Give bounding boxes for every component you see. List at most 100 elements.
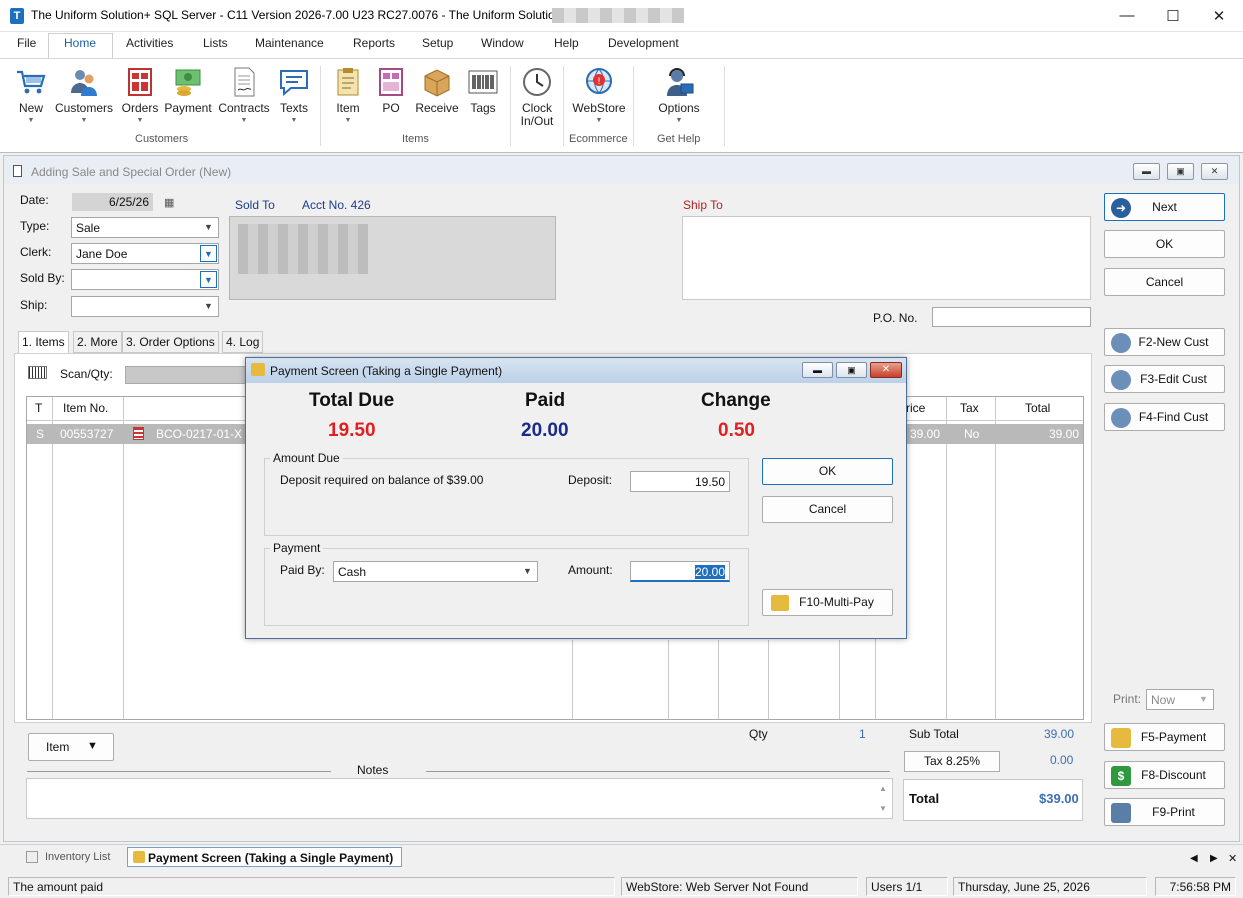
- change-label: Change: [701, 390, 771, 411]
- chevron-down-icon: ▼: [240, 117, 248, 124]
- deposit-field[interactable]: 19.50: [630, 471, 730, 492]
- ribbon-orders-button[interactable]: Orders ▼: [120, 66, 160, 124]
- close-button[interactable]: ✕: [1196, 0, 1242, 31]
- calendar-icon[interactable]: ▦: [164, 196, 174, 209]
- chevron-down-icon: ▼: [200, 271, 217, 288]
- find-user-icon: [1111, 408, 1131, 428]
- ribbon-payment-button[interactable]: Payment: [162, 66, 214, 115]
- print-select[interactable]: Now ▼: [1146, 689, 1214, 710]
- amount-value-selected: 20.00: [694, 565, 725, 579]
- ribbon-options-button[interactable]: Options ▼: [652, 66, 706, 124]
- ribbon-clock-button[interactable]: Clock In/Out: [516, 66, 558, 128]
- col-header-tax[interactable]: Tax: [960, 401, 979, 415]
- ok-button[interactable]: OK: [1104, 230, 1225, 258]
- menu-window[interactable]: Window: [481, 36, 524, 50]
- payment-icon: [172, 66, 204, 98]
- col-header-type[interactable]: T: [35, 401, 42, 415]
- payment-button[interactable]: F5-Payment: [1104, 723, 1225, 751]
- clerk-select[interactable]: Jane Doe ▼: [71, 243, 219, 264]
- tab-order-options[interactable]: 3. Order Options: [122, 331, 219, 353]
- sold-by-select[interactable]: ▼: [71, 269, 219, 290]
- qty-label: Qty: [749, 727, 768, 741]
- scroll-down-icon[interactable]: ▼: [879, 804, 887, 813]
- tab-log[interactable]: 4. Log: [222, 331, 264, 353]
- new-customer-button[interactable]: F2-New Cust: [1104, 328, 1225, 356]
- menu-maintenance[interactable]: Maintenance: [255, 36, 324, 50]
- chevron-down-icon: ▼: [136, 117, 144, 124]
- dialog-restore-button[interactable]: ▣: [836, 362, 867, 378]
- sale-minimize-button[interactable]: ▬: [1133, 163, 1160, 180]
- ship-to-address[interactable]: [682, 216, 1091, 300]
- print-label: Print:: [1113, 692, 1142, 706]
- menu-activities[interactable]: Activities: [126, 36, 173, 50]
- ribbon-webstore-button[interactable]: ! WebStore ▼: [568, 66, 630, 124]
- payment-group: [264, 548, 749, 626]
- menu-help[interactable]: Help: [554, 36, 579, 50]
- next-button[interactable]: ➜ Next: [1104, 193, 1225, 221]
- cancel-button[interactable]: Cancel: [1104, 268, 1225, 296]
- item-icon: [332, 66, 364, 98]
- sale-restore-button[interactable]: ▣: [1167, 163, 1194, 180]
- discount-button[interactable]: $ F8-Discount: [1104, 761, 1225, 789]
- ribbon-separator: [510, 66, 511, 146]
- type-select[interactable]: Sale ▼: [71, 217, 219, 238]
- tab-more[interactable]: 2. More: [73, 331, 122, 353]
- scan-qty-input[interactable]: [125, 366, 247, 384]
- dialog-minimize-button[interactable]: ▬: [802, 362, 833, 378]
- payment-icon: [771, 595, 789, 611]
- menu-lists[interactable]: Lists: [203, 36, 228, 50]
- tab-items[interactable]: 1. Items: [18, 331, 69, 354]
- ribbon-contracts-button[interactable]: Contracts ▼: [215, 66, 273, 124]
- cart-icon: [15, 66, 47, 98]
- po-number-field[interactable]: [932, 307, 1091, 327]
- close-tab-icon[interactable]: ✕: [1228, 852, 1237, 865]
- menu-home[interactable]: Home: [64, 36, 96, 50]
- ship-select[interactable]: ▼: [71, 296, 219, 317]
- multi-pay-button[interactable]: F10-Multi-Pay: [762, 589, 893, 616]
- edit-customer-label: F3-Edit Cust: [1140, 372, 1207, 386]
- col-header-total[interactable]: Total: [1025, 401, 1050, 415]
- find-customer-button[interactable]: F4-Find Cust: [1104, 403, 1225, 431]
- paid-by-select[interactable]: Cash ▼: [333, 561, 538, 582]
- notes-textarea[interactable]: [26, 778, 893, 819]
- row-type: S: [36, 427, 45, 441]
- orders-icon: [124, 66, 156, 98]
- task-tab-payment-screen[interactable]: Payment Screen (Taking a Single Payment): [127, 847, 402, 867]
- scroll-right-icon[interactable]: ▶: [1210, 853, 1218, 864]
- menu-reports[interactable]: Reports: [353, 36, 395, 50]
- ribbon-receive-button[interactable]: Receive: [414, 66, 460, 115]
- po-number-label: P.O. No.: [873, 311, 918, 325]
- item-menu-button[interactable]: Item ▼: [28, 733, 114, 761]
- maximize-button[interactable]: ☐: [1150, 0, 1196, 31]
- col-header-price[interactable]: rice: [906, 401, 925, 415]
- print-value: Now: [1151, 693, 1176, 707]
- amount-field[interactable]: 20.00: [630, 561, 730, 582]
- menu-setup[interactable]: Setup: [422, 36, 453, 50]
- menu-development[interactable]: Development: [608, 36, 679, 50]
- dialog-cancel-button[interactable]: Cancel: [762, 496, 893, 523]
- ribbon-separator: [563, 66, 564, 146]
- minimize-button[interactable]: —: [1104, 0, 1150, 31]
- ribbon-new-button[interactable]: New ▼: [12, 66, 50, 124]
- scroll-up-icon[interactable]: ▲: [879, 784, 887, 793]
- ribbon-customers-button[interactable]: Customers ▼: [53, 66, 115, 124]
- edit-user-icon: [1111, 370, 1131, 390]
- dialog-ok-button[interactable]: OK: [762, 458, 893, 485]
- task-tab-inventory-list[interactable]: Inventory List: [45, 851, 110, 863]
- scroll-left-icon[interactable]: ◀: [1190, 853, 1198, 864]
- notes-divider: [426, 771, 890, 772]
- ribbon-texts-button[interactable]: Texts ▼: [275, 66, 313, 124]
- grid-column-divider: [946, 397, 947, 719]
- dialog-close-button[interactable]: ✕: [870, 362, 902, 378]
- edit-customer-button[interactable]: F3-Edit Cust: [1104, 365, 1225, 393]
- menu-file[interactable]: File: [17, 36, 36, 50]
- col-header-item-no[interactable]: Item No.: [63, 401, 108, 415]
- ribbon-tags-button[interactable]: Tags: [465, 66, 501, 115]
- tax-rate-button[interactable]: Tax 8.25%: [904, 751, 1000, 772]
- print-button[interactable]: F9-Print: [1104, 798, 1225, 826]
- date-field[interactable]: 6/25/26: [72, 193, 153, 211]
- change-value: 0.50: [718, 420, 755, 441]
- sale-close-button[interactable]: ✕: [1201, 163, 1228, 180]
- ribbon-po-button[interactable]: PO: [374, 66, 408, 115]
- ribbon-item-button[interactable]: Item ▼: [330, 66, 366, 124]
